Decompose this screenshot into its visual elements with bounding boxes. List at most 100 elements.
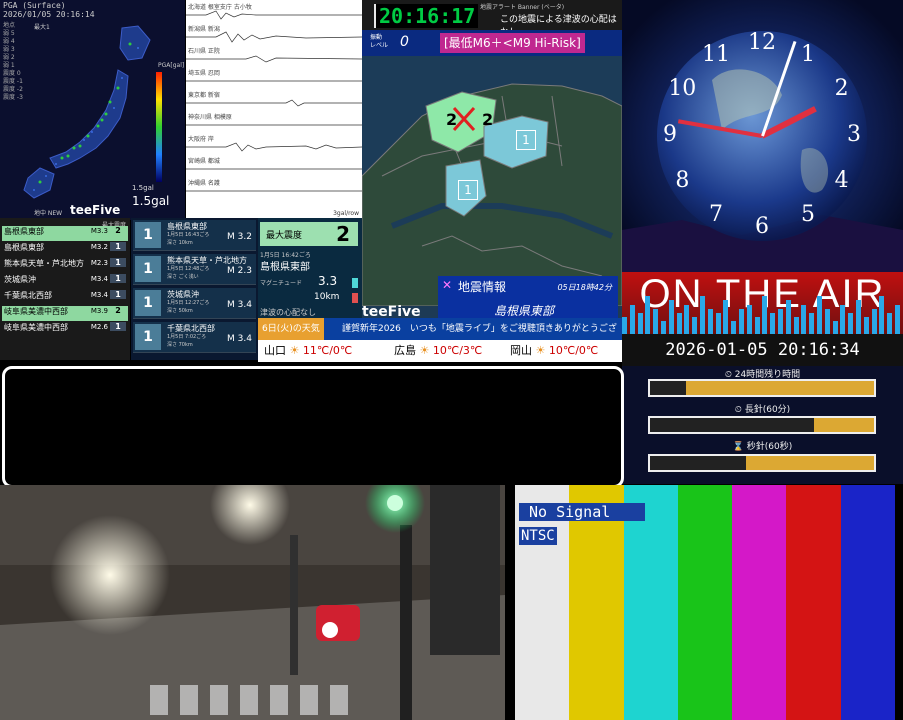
list-item[interactable]: 千葉県北西部 M3.4 1 (2, 290, 128, 305)
region-value: 2 (482, 110, 494, 129)
event-card[interactable]: 1 千葉県北西部 1月5日 7:02ごろ 深さ 70km M 3.4 (133, 322, 256, 353)
map-clock-box: 20:16:17 (374, 4, 479, 28)
list-item-int: 2 (110, 306, 126, 315)
visualizer-bar (824, 308, 830, 334)
card-intensity: 1 (135, 256, 161, 282)
pga-color-scale (156, 72, 162, 182)
visualizer-bar (778, 308, 783, 334)
timer-bar (648, 454, 876, 472)
street-camera-feed (0, 485, 505, 720)
region-value: 2 (446, 110, 458, 129)
timer-label: ⌛ 秒針(60秒) (622, 439, 903, 452)
weather-city: 岡山 ☀ 10℃/0℃ (510, 342, 598, 358)
countdown-panel: ⏲ 24時間残り時間 ⏲ 長針(60分) ⌛ 秒針(60秒) (622, 366, 903, 484)
visualizer-bar (770, 313, 776, 334)
event-card[interactable]: 1 熊本県天草・芦北地方 1月5日 12:48ごろ 深さ ごく浅い M 2.3 (133, 254, 256, 285)
pga-title: PGA (Surface) (3, 1, 66, 10)
card-intensity: 1 (135, 324, 161, 350)
list-item[interactable]: 熊本県天草・芦北地方 M2.3 1 (2, 258, 128, 273)
list-item-mag: M3.4 (90, 275, 108, 283)
clock-number: 11 (702, 42, 730, 68)
visualizer-bar (676, 313, 682, 334)
visualizer-bar (887, 313, 893, 334)
card-intensity: 1 (135, 222, 161, 248)
list-item-mag: M2.6 (90, 323, 108, 331)
event-card[interactable]: 1 茨城県沖 1月5日 12:27ごろ 深さ 50km M 3.4 (133, 288, 256, 319)
sun-cloud-icon: ☀ (535, 344, 546, 357)
card-depth: 深さ 70km (167, 342, 193, 348)
visualizer-bar (785, 300, 791, 334)
waveform-row: 新潟県 新潟 (186, 24, 362, 46)
visualizer-bar (700, 296, 705, 334)
card-depth: 深さ 50km (167, 308, 193, 314)
visualizer-bar (856, 300, 861, 334)
list-item-name: 岐阜県美濃中西部 (4, 307, 68, 316)
color-bar (786, 485, 841, 720)
clock-number: 3 (847, 122, 861, 147)
eq-info-box: ✕ 地震情報 05日18時42分 島根県東部 (438, 276, 618, 324)
level-value: 0 (400, 34, 409, 50)
card-mag: M 3.2 (227, 232, 252, 242)
card-date: 1月5日 12:27ごろ (167, 300, 210, 306)
city-name: 岡山 (510, 344, 532, 357)
visualizer-bar (832, 321, 838, 334)
format-label: NTSC (519, 527, 557, 545)
visualizer-bar (723, 300, 729, 334)
visualizer-bar (637, 313, 643, 334)
visualizer-bar (739, 308, 744, 334)
max-intensity-box: 最大震度 2 (260, 222, 358, 246)
timer-fill (650, 381, 686, 395)
weather-panel: 6日(火)の天気 謹賀新年2026 いつも「地震ライブ」をご視聴頂きありがとうご… (258, 318, 622, 362)
clock-number: 9 (663, 122, 677, 147)
card-date: 1月5日 16:43ごろ (167, 232, 210, 238)
list-item-mag: M3.9 (90, 307, 108, 315)
earthquake-list: 最大震度 島根県東部M3.32 島根県東部M3.21 熊本県天草・芦北地方M2.… (0, 218, 130, 360)
list-item[interactable]: 島根県東部 M3.3 2 (2, 226, 128, 241)
list-item-int: 1 (110, 258, 126, 267)
visualizer-bar (692, 317, 698, 334)
list-item[interactable]: 島根県東部 M3.2 1 (2, 242, 128, 257)
visualizer-bar (895, 304, 900, 334)
list-item[interactable]: 岐阜県美濃中西部 M2.6 1 (2, 322, 128, 337)
city-temp: 10℃/0℃ (548, 344, 599, 357)
timer-label-text: 長針(60分) (744, 405, 791, 415)
color-bar (677, 485, 733, 720)
ticker-bar: 6日(火)の天気 謹賀新年2026 いつも「地震ライブ」をご視聴頂きありがとうご… (258, 318, 622, 340)
empty-video-frame (2, 366, 624, 488)
waveform-row: 宮崎県 都城 (186, 156, 362, 178)
weather-date: 6日(火)の天気 (258, 318, 324, 340)
max-int-label: 最大震度 (266, 231, 303, 241)
map-clock: 20:16:17 (376, 4, 479, 28)
list-item-int: 1 (110, 242, 126, 251)
level-label: 振動 レベル (370, 34, 389, 49)
timer-fill (650, 456, 747, 470)
list-item-int: 1 (110, 290, 126, 299)
timer-fill (650, 418, 814, 432)
regional-map-panel: 20:16:17 地震アラート Banner (ベータ) この地震による津波の心… (362, 0, 622, 360)
eq-info-place: 島根県東部 (494, 304, 555, 318)
eq-info-title: 地震情報 (458, 280, 507, 294)
sun-cloud-icon: ☀ (419, 344, 430, 357)
visualizer-bar (793, 317, 799, 334)
visualizer-bar (668, 300, 674, 334)
list-item-mag: M3.3 (90, 227, 108, 235)
list-item-int: 1 (110, 322, 126, 331)
list-item-name: 千葉県北西部 (4, 291, 52, 300)
list-item[interactable]: 茨城県沖 M3.4 1 (2, 274, 128, 289)
visualizer-bar (684, 304, 690, 334)
pga-map-panel: PGA (Surface) 2026/01/05 20:16:14 地点 弱 5… (0, 0, 185, 220)
list-item-name: 熊本県天草・芦北地方 (4, 259, 84, 268)
visualizer-bar (629, 304, 635, 334)
visualizer-bar (707, 308, 713, 334)
sun-cloud-icon: ☀ (289, 344, 300, 357)
list-item[interactable]: 岐阜県美濃中西部 M3.9 2 (2, 306, 128, 321)
waveform-row: 神奈川県 相模原 (186, 112, 362, 134)
waveform-panel: 北海道 根室支庁 古小牧 新潟県 新潟 石川県 正院 埼玉県 忍岡 東京都 新宿… (186, 0, 362, 218)
level-bar: 振動 レベル 0 [最低M6＋<M9 Hi-Risk] (362, 30, 622, 56)
event-card[interactable]: 1 島根県東部 1月5日 16:43ごろ 深さ 10km M 3.2 (133, 220, 256, 251)
street-scene-icon (0, 485, 505, 720)
depth-color-swatch (352, 293, 358, 303)
color-bars-panel: No Signal NTSC (505, 485, 903, 720)
visualizer-bar (715, 313, 721, 334)
list-item-int: 2 (110, 226, 126, 235)
